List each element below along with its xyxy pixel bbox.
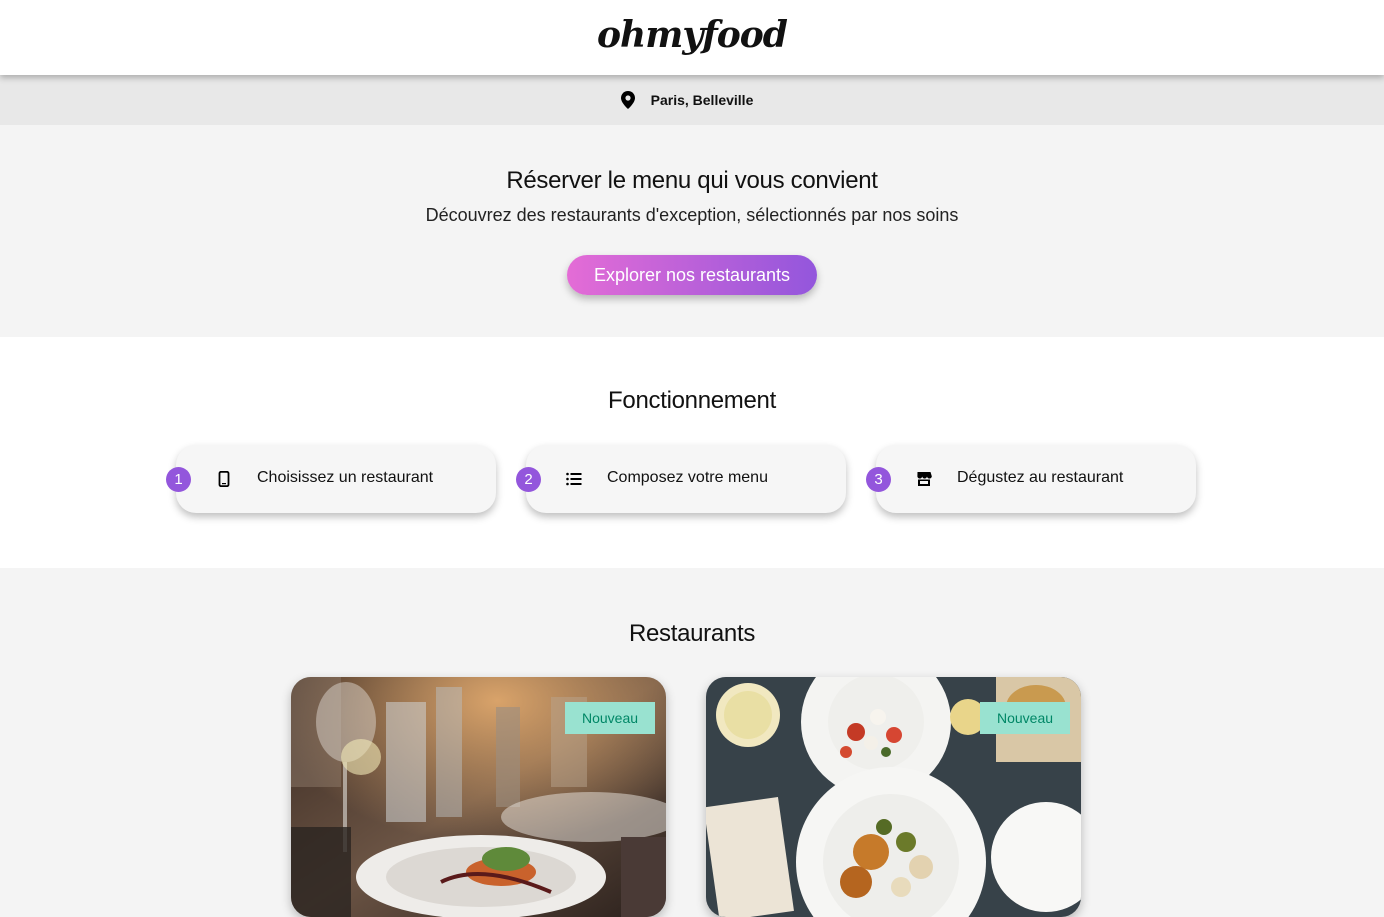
- step-number-badge: 2: [516, 467, 541, 492]
- step-label: Choisissez un restaurant: [257, 469, 434, 486]
- step-card-2: 2 Composez votre menu: [516, 445, 846, 513]
- new-badge: Nouveau: [980, 702, 1070, 734]
- restaurant-card-2[interactable]: Nouveau: [706, 677, 1081, 917]
- map-pin-icon: [620, 91, 635, 109]
- location-bar: Paris, Belleville: [0, 75, 1384, 125]
- explore-restaurants-button[interactable]: Explorer nos restaurants: [567, 255, 817, 295]
- hero-title: Réserver le menu qui vous convient: [506, 167, 878, 194]
- step-label: Dégustez au restaurant: [957, 469, 1124, 486]
- hero-subtitle: Découvrez des restaurants d'exception, s…: [425, 205, 959, 225]
- hero-section: Réserver le menu qui vous convient Décou…: [0, 125, 1384, 337]
- new-badge: Nouveau: [565, 702, 655, 734]
- how-title: Fonctionnement: [608, 387, 776, 414]
- logo[interactable]: ohmyfood: [597, 14, 788, 56]
- step-card-3: 3 Dégustez au restaurant: [866, 445, 1196, 513]
- steps-list: 1 Choisissez un restaurant 2 Composez vo…: [0, 445, 1384, 515]
- restaurants-title: Restaurants: [628, 620, 756, 647]
- location-text: Paris, Belleville: [650, 92, 754, 108]
- restaurant-card-1[interactable]: Nouveau: [291, 677, 666, 917]
- step-number-badge: 1: [166, 467, 191, 492]
- step-card-1: 1 Choisissez un restaurant: [166, 445, 496, 513]
- store-icon: [917, 472, 932, 486]
- step-label: Composez votre menu: [607, 469, 768, 486]
- list-icon: [566, 472, 582, 486]
- restaurants-section: Restaurants Nouveau Nouveau: [0, 568, 1384, 917]
- smartphone-icon: [218, 471, 230, 487]
- step-number-badge: 3: [866, 467, 891, 492]
- top-header: ohmyfood: [0, 0, 1384, 75]
- how-it-works-section: Fonctionnement 1 Choisissez un restauran…: [0, 337, 1384, 568]
